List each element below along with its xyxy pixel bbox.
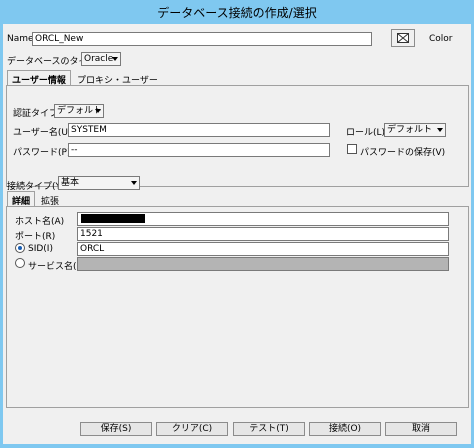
color-swatch-icon — [397, 33, 409, 43]
chevron-down-icon — [437, 128, 443, 132]
auth-type-label: 認証タイプ — [13, 109, 59, 119]
tab-user-info[interactable]: ユーザー情報 — [7, 70, 71, 86]
dialog-window: データベース接続の作成/選択 Name ORCL_New Color データベー… — [0, 0, 474, 448]
connection-type-value: 基本 — [61, 178, 80, 188]
username-input[interactable]: SYSTEM — [68, 123, 330, 137]
sid-input[interactable]: ORCL — [77, 242, 449, 256]
chevron-down-icon — [95, 109, 101, 113]
chevron-down-icon — [112, 57, 118, 61]
test-button[interactable]: テスト(T) — [233, 422, 305, 436]
name-input[interactable]: ORCL_New — [32, 32, 372, 46]
db-type-value: Oracle — [84, 54, 114, 64]
auth-type-select[interactable]: デフォルト — [54, 104, 104, 118]
redacted-host — [81, 214, 145, 223]
color-picker-button[interactable] — [391, 29, 415, 47]
color-label: Color — [429, 34, 453, 44]
title-bar[interactable]: データベース接続の作成/選択 — [0, 0, 474, 24]
port-input[interactable]: 1521 — [77, 227, 449, 241]
username-label: ユーザー名(U) — [13, 128, 72, 138]
service-name-input — [77, 257, 449, 271]
sid-radio[interactable] — [15, 243, 25, 253]
tab-details[interactable]: 詳細 — [7, 191, 36, 207]
role-label: ロール(L) — [346, 128, 386, 138]
service-name-radio[interactable] — [15, 258, 25, 268]
role-value: デフォルト — [387, 125, 433, 135]
connect-button[interactable]: 接続(O) — [309, 422, 381, 436]
db-type-select[interactable]: Oracle — [81, 52, 121, 66]
port-label: ポート(R) — [15, 232, 56, 242]
cancel-button[interactable]: 取消 — [385, 422, 457, 436]
host-label: ホスト名(A) — [15, 217, 65, 227]
save-button[interactable]: 保存(S) — [80, 422, 152, 436]
window-title: データベース接続の作成/選択 — [157, 6, 317, 20]
password-label: パスワード(P) — [13, 148, 71, 158]
password-input[interactable]: -- — [68, 143, 330, 157]
clear-button[interactable]: クリア(C) — [156, 422, 228, 436]
save-password-label: パスワードの保存(V) — [360, 148, 446, 158]
connection-type-select[interactable]: 基本 — [58, 176, 140, 190]
dialog-body: Name ORCL_New Color データベースのタイプ Oracle ユー… — [3, 24, 471, 444]
save-password-checkbox[interactable] — [347, 144, 357, 154]
sid-label: SID(I) — [28, 244, 53, 254]
chevron-down-icon — [131, 181, 137, 185]
role-select[interactable]: デフォルト — [384, 123, 446, 137]
name-label: Name — [7, 34, 34, 44]
